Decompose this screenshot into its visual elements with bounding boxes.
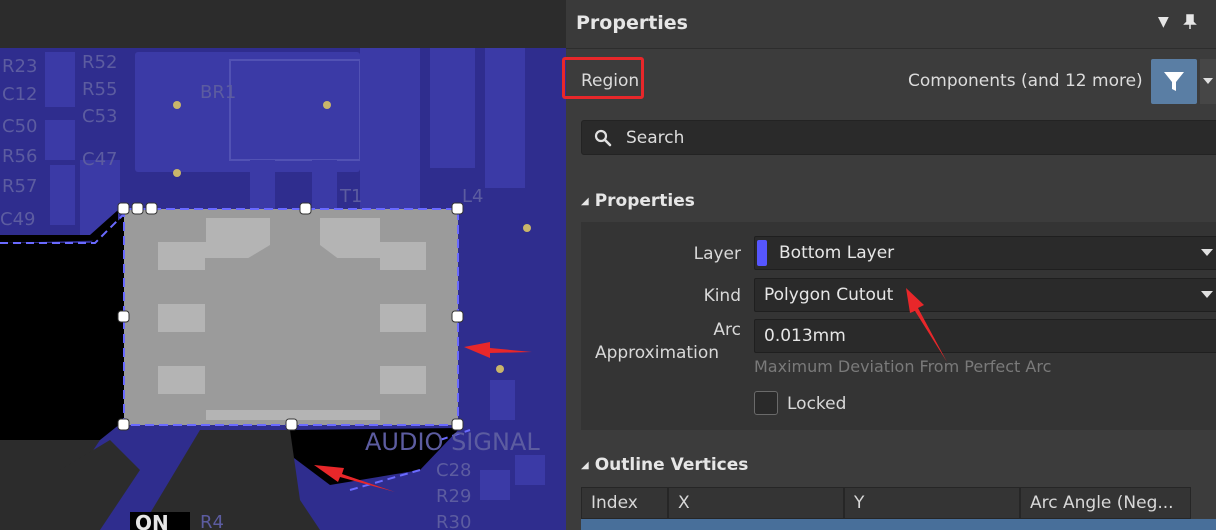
selection-filter-label[interactable]: Components (and 12 more) xyxy=(908,71,1143,91)
silk-label: R56 xyxy=(2,146,37,167)
chevron-down-icon xyxy=(1201,291,1213,298)
collapse-triangle-icon: ◢ xyxy=(581,196,589,207)
column-header-x[interactable]: X xyxy=(668,487,844,519)
via xyxy=(496,365,504,373)
pcb-canvas[interactable]: R23 C12 C50 R56 R57 C49 R52 R55 C53 C47 … xyxy=(0,0,566,530)
section-outline-vertices-title: Outline Vertices xyxy=(594,455,749,475)
resize-handle xyxy=(451,202,464,215)
properties-section-body: Layer Bottom Layer Kind Polygon Cutout A… xyxy=(581,222,1216,430)
via xyxy=(173,101,181,109)
outline-vertices-table: Index X Y Arc Angle (Neg... xyxy=(581,487,1216,530)
resize-handle xyxy=(299,202,312,215)
silk-label: R30 xyxy=(436,512,471,530)
kind-value: Polygon Cutout xyxy=(764,285,894,305)
silk-label: C53 xyxy=(82,106,117,127)
silk-label: R55 xyxy=(82,79,117,100)
resize-handle xyxy=(117,202,130,215)
silk-label: R23 xyxy=(2,56,37,77)
resize-handle xyxy=(285,418,298,431)
chevron-down-icon xyxy=(1203,78,1213,84)
silk-label: C12 xyxy=(2,84,37,105)
filter-button[interactable] xyxy=(1151,59,1197,104)
silk-label: BR1 xyxy=(200,82,236,103)
collapse-triangle-icon: ◢ xyxy=(581,460,589,471)
column-header-y[interactable]: Y xyxy=(844,487,1020,519)
layer-dropdown[interactable]: Bottom Layer xyxy=(754,236,1216,270)
silk-label: C28 xyxy=(436,460,471,481)
layer-value: Bottom Layer xyxy=(779,243,895,263)
panel-title: Properties xyxy=(576,12,688,34)
silk-label: R29 xyxy=(436,486,471,507)
resize-handle xyxy=(117,310,130,323)
silk-label: ON xyxy=(135,511,169,530)
locked-label: Locked xyxy=(787,394,847,414)
silk-label: L4 xyxy=(462,186,483,207)
silk-label: AUDIO SIGNAL xyxy=(365,428,540,456)
arc-approximation-hint: Maximum Deviation From Perfect Arc xyxy=(754,357,1052,376)
kind-dropdown[interactable]: Polygon Cutout xyxy=(754,278,1216,312)
pin-icon[interactable] xyxy=(1183,14,1197,34)
arc-approximation-label-line1: Arc xyxy=(713,320,741,340)
silk-label: R4 xyxy=(200,512,224,530)
via xyxy=(173,169,181,177)
silk-label: C50 xyxy=(2,116,37,137)
section-properties-title: Properties xyxy=(594,191,695,211)
locked-checkbox[interactable] xyxy=(754,391,778,415)
kind-label: Kind xyxy=(703,286,741,306)
arc-approximation-input[interactable] xyxy=(754,319,1216,353)
silk-label: R52 xyxy=(82,52,117,73)
resize-handle xyxy=(131,202,144,215)
object-type-label: Region xyxy=(581,71,640,91)
search-icon xyxy=(594,129,612,147)
column-header-arc-angle[interactable]: Arc Angle (Neg... xyxy=(1020,487,1191,519)
filter-dropdown-arrow[interactable] xyxy=(1200,59,1216,104)
arc-approximation-label-line2: Approximation xyxy=(594,343,719,363)
properties-panel: Properties ▼ Region Components (and 12 m… xyxy=(562,0,1216,530)
via xyxy=(323,101,331,109)
section-properties-header[interactable]: ◢ Properties xyxy=(581,191,695,211)
layer-label: Layer xyxy=(693,244,741,264)
search-input[interactable] xyxy=(624,126,1188,150)
silk-label: C49 xyxy=(0,209,35,230)
chevron-down-icon xyxy=(1201,249,1213,256)
void-left xyxy=(0,215,125,440)
resize-handle xyxy=(145,202,158,215)
silk-label: T1 xyxy=(339,186,362,207)
silk-label: R57 xyxy=(2,176,37,197)
column-header-index[interactable]: Index xyxy=(581,487,668,519)
filter-icon xyxy=(1164,72,1184,91)
panel-header: Properties ▼ xyxy=(566,0,1216,49)
panel-menu-icon[interactable]: ▼ xyxy=(1158,14,1169,30)
resize-handle xyxy=(451,418,464,431)
via xyxy=(523,224,531,232)
resize-handle xyxy=(117,418,130,431)
resize-handle xyxy=(451,310,464,323)
table-row[interactable] xyxy=(581,519,1216,530)
search-box[interactable] xyxy=(581,120,1216,155)
selected-region[interactable] xyxy=(117,202,464,431)
layer-color-swatch xyxy=(757,240,767,266)
silk-label: C47 xyxy=(82,149,117,170)
section-outline-vertices-header[interactable]: ◢ Outline Vertices xyxy=(581,455,748,475)
